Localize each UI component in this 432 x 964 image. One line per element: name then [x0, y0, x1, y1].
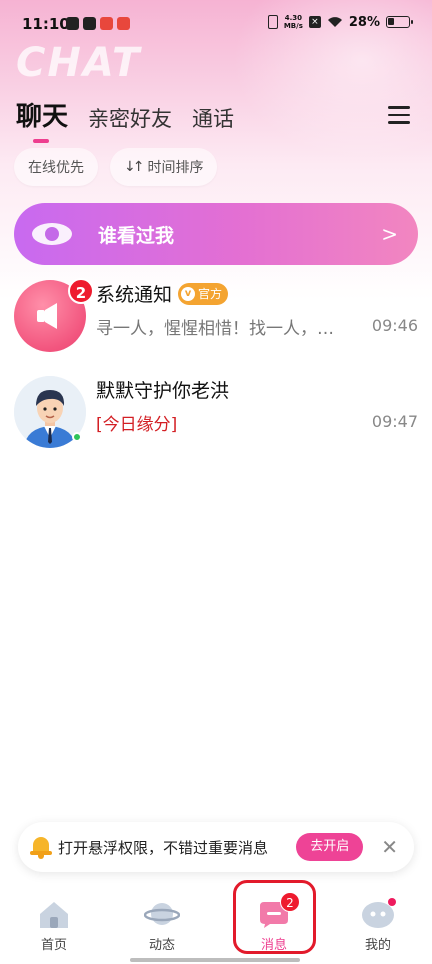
app-icon [100, 17, 113, 30]
enable-permission-button[interactable]: 去开启 [296, 833, 364, 861]
avatar: 2 [14, 278, 94, 352]
net-speed-unit: MB/s [283, 22, 303, 30]
tiktok-icon [66, 17, 79, 30]
notification-dot [388, 898, 396, 906]
battery-icon [386, 16, 413, 28]
chat-watermark: CHAT [16, 40, 142, 86]
chat-time: 09:46 [371, 316, 418, 335]
menu-icon[interactable] [388, 106, 410, 124]
unread-badge: 2 [68, 278, 94, 304]
notice-text: 打开悬浮权限，不错过重要消息 [58, 838, 269, 857]
tab-close-friends[interactable]: 亲密好友 [88, 103, 172, 133]
avatar [14, 376, 86, 448]
chat-item-user[interactable]: 默默守护你老洪 [今日缘分] 09:47 [0, 366, 432, 462]
chat-preview: [今日缘分] [96, 415, 178, 435]
status-app-icons [66, 17, 130, 30]
net-speed: 4.30 MB/s [284, 14, 303, 30]
who-viewed-me-banner[interactable]: 谁看过我 > [14, 203, 418, 265]
bell-icon [30, 835, 52, 859]
official-v-icon: v [181, 286, 196, 301]
vibrate-icon [267, 15, 278, 29]
chat-item-system-notice[interactable]: 2 系统通知 v 官方 寻一人，惺惺相惜！找一人，… 09:46 [0, 270, 432, 366]
float-permission-notice: 打开悬浮权限，不错过重要消息 去开启 ✕ [18, 822, 414, 872]
battery-percent: 28% [348, 14, 380, 30]
wifi-icon [327, 17, 342, 27]
nav-home[interactable]: 首页 [14, 898, 94, 953]
chat-time: 09:47 [371, 412, 418, 431]
online-first-label: 在线优先 [28, 160, 84, 176]
filter-bar: 在线优先 ↓↑ 时间排序 [14, 148, 218, 186]
nav-label: 首页 [40, 938, 67, 953]
time-sort-label: 时间排序 [147, 160, 204, 176]
sort-icon: ↓↑ [124, 159, 145, 175]
app-icon [83, 17, 96, 30]
home-icon [36, 898, 72, 930]
nav-label: 我的 [364, 938, 391, 953]
net-speed-value: 4.30 [284, 14, 302, 22]
chat-name: 默默守护你老洪 [96, 380, 230, 402]
nav-label: 动态 [148, 938, 175, 953]
tab-bar: 聊天 亲密好友 通话 [16, 96, 234, 143]
official-label: 官方 [198, 287, 223, 301]
nav-moments[interactable]: 动态 [122, 898, 202, 953]
app-icon [117, 17, 130, 30]
home-indicator [130, 958, 300, 962]
chevron-right-icon: > [381, 222, 398, 246]
chat-name: 系统通知 [96, 284, 173, 306]
chat-preview: 寻一人，惺惺相惜！找一人，… [96, 319, 334, 339]
status-time: 11:10 [22, 15, 70, 33]
no-sim-icon: × [308, 16, 321, 28]
eye-icon [32, 221, 72, 247]
tab-calls[interactable]: 通话 [192, 103, 234, 133]
profile-icon [360, 898, 396, 930]
who-viewed-me-label: 谁看过我 [98, 224, 175, 247]
time-sort-filter[interactable]: ↓↑ 时间排序 [110, 148, 218, 186]
planet-icon [143, 898, 181, 930]
bottom-nav: 首页 动态 2 消息 我的 [0, 890, 432, 964]
online-first-filter[interactable]: 在线优先 [14, 148, 98, 186]
close-icon[interactable]: ✕ [381, 835, 398, 859]
highlight-annotation [233, 880, 316, 954]
tab-chat[interactable]: 聊天 [16, 96, 68, 143]
online-status-dot [72, 432, 82, 442]
nav-profile[interactable]: 我的 [338, 898, 418, 953]
official-badge: v 官方 [178, 282, 229, 305]
